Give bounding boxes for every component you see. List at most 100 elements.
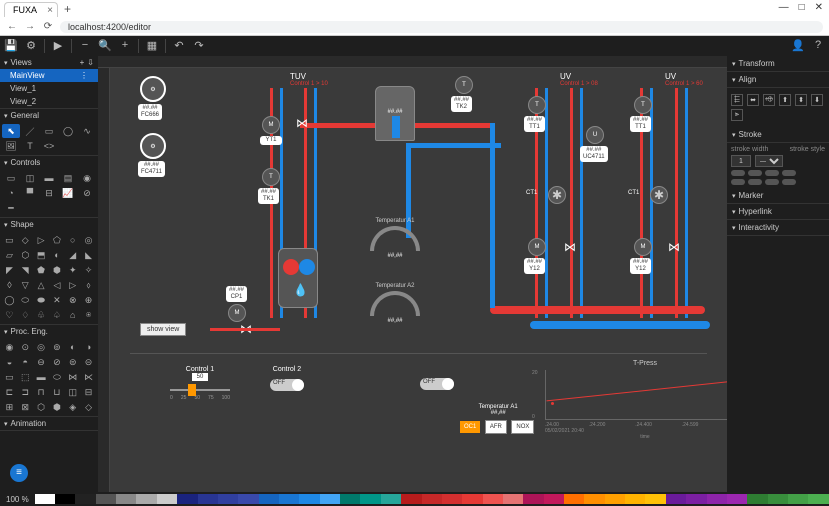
help-icon[interactable]: ? bbox=[811, 39, 825, 53]
pe-item[interactable]: ◇ bbox=[81, 400, 96, 414]
tool-pointer[interactable]: ⬉ bbox=[2, 124, 20, 138]
add-view-icon[interactable]: + bbox=[80, 58, 85, 67]
shape-item[interactable]: ◁ bbox=[49, 278, 64, 292]
shape-item[interactable]: ▭ bbox=[2, 233, 17, 247]
pe-item[interactable]: ⊘ bbox=[49, 355, 64, 369]
user-icon[interactable]: 👤 bbox=[791, 39, 805, 53]
chip-oc1[interactable]: OC1 bbox=[460, 421, 480, 433]
color-swatch[interactable] bbox=[442, 494, 462, 504]
pe-item[interactable]: ◉ bbox=[2, 340, 17, 354]
color-swatch[interactable] bbox=[462, 494, 482, 504]
pe-item[interactable]: ▭ bbox=[2, 370, 17, 384]
ctrl-select[interactable]: ▤ bbox=[59, 171, 77, 185]
dash-opt[interactable] bbox=[782, 179, 796, 185]
shape-item[interactable]: ◣ bbox=[81, 248, 96, 262]
redo-icon[interactable]: ↷ bbox=[192, 39, 206, 53]
shape-item[interactable]: ✦ bbox=[65, 263, 80, 277]
animation-section-header[interactable]: ▾ Animation bbox=[0, 417, 98, 430]
temp-indicator[interactable]: T bbox=[528, 96, 546, 114]
color-swatch[interactable] bbox=[136, 494, 156, 504]
color-swatch[interactable] bbox=[422, 494, 442, 504]
color-swatch[interactable] bbox=[299, 494, 319, 504]
color-swatch[interactable] bbox=[320, 494, 340, 504]
color-swatch[interactable] bbox=[401, 494, 421, 504]
pipe[interactable] bbox=[545, 88, 548, 318]
color-swatch[interactable] bbox=[96, 494, 116, 504]
pipe[interactable] bbox=[530, 321, 710, 329]
dash-opt[interactable] bbox=[748, 179, 762, 185]
shape-item[interactable]: ⬒ bbox=[34, 248, 49, 262]
dash-opt[interactable] bbox=[765, 170, 779, 176]
color-swatch[interactable] bbox=[523, 494, 543, 504]
chip-afr[interactable]: AFR bbox=[485, 420, 507, 434]
color-swatch[interactable] bbox=[340, 494, 360, 504]
stroke-header[interactable]: ▾Stroke bbox=[727, 127, 829, 143]
fan-ct1-right[interactable] bbox=[650, 186, 668, 204]
pe-item[interactable]: ⬭ bbox=[49, 370, 64, 384]
valve[interactable] bbox=[564, 240, 576, 252]
pe-item[interactable]: ⊜ bbox=[65, 355, 80, 369]
uc-indicator[interactable]: U bbox=[586, 126, 604, 144]
shape-item[interactable]: ♧ bbox=[34, 308, 49, 322]
color-swatch[interactable] bbox=[218, 494, 238, 504]
shape-item[interactable]: ♡ bbox=[2, 308, 17, 322]
shape-item[interactable]: ▷ bbox=[34, 233, 49, 247]
color-swatch[interactable] bbox=[177, 494, 197, 504]
pe-item[interactable]: ⋈ bbox=[65, 370, 80, 384]
align-right[interactable]: ⬲ bbox=[763, 94, 775, 106]
color-swatch[interactable] bbox=[747, 494, 767, 504]
pe-item[interactable]: ⊠ bbox=[18, 400, 33, 414]
ctrl-pipe[interactable]: ━ bbox=[2, 201, 20, 215]
pipe[interactable] bbox=[490, 306, 705, 314]
pipe[interactable] bbox=[490, 123, 495, 308]
temp-indicator[interactable]: T bbox=[634, 96, 652, 114]
color-swatch[interactable] bbox=[116, 494, 136, 504]
align-bottom[interactable]: ⬇ bbox=[811, 94, 823, 106]
zoom-in-icon[interactable]: + bbox=[118, 39, 132, 53]
color-swatch[interactable] bbox=[35, 494, 55, 504]
transform-header[interactable]: ▾Transform bbox=[727, 56, 829, 72]
motor-indicator[interactable]: M bbox=[634, 238, 652, 256]
tool-html[interactable]: <> bbox=[40, 139, 58, 153]
pump[interactable]: 💧 bbox=[278, 248, 318, 308]
zoom-out-icon[interactable]: − bbox=[78, 39, 92, 53]
pipe[interactable] bbox=[210, 328, 280, 331]
shape-item[interactable]: ○ bbox=[65, 233, 80, 247]
fan-ct1-left[interactable] bbox=[548, 186, 566, 204]
tool-line[interactable]: ／ bbox=[21, 124, 39, 138]
pe-item[interactable]: ◫ bbox=[65, 385, 80, 399]
shape-item[interactable]: ◊ bbox=[2, 278, 17, 292]
ctrl-chart[interactable]: 📈 bbox=[59, 186, 77, 200]
shape-item[interactable]: ▱ bbox=[2, 248, 17, 262]
pe-item[interactable]: ⊞ bbox=[2, 400, 17, 414]
save-icon[interactable]: 💾 bbox=[4, 39, 18, 53]
hyperlink-header[interactable]: ▾Hyperlink bbox=[727, 204, 829, 220]
temp-indicator[interactable]: T bbox=[262, 168, 280, 186]
controls-section-header[interactable]: ▾ Controls bbox=[0, 156, 98, 169]
ctrl-output[interactable]: ◫ bbox=[21, 171, 39, 185]
ctrl-gauge[interactable]: ◔ bbox=[2, 186, 20, 200]
color-swatch[interactable] bbox=[584, 494, 604, 504]
tpress-chart[interactable]: T-Press 200 .24.00.24.200.24.400.24.599.… bbox=[545, 360, 727, 440]
color-swatch[interactable] bbox=[198, 494, 218, 504]
pe-item[interactable]: ⊟ bbox=[81, 385, 96, 399]
ctrl-switch[interactable]: ⊘ bbox=[78, 186, 96, 200]
color-swatch[interactable] bbox=[279, 494, 299, 504]
shape-item[interactable]: ⬡ bbox=[18, 248, 33, 262]
align-center-h[interactable]: ⬌ bbox=[747, 94, 759, 106]
tool-path[interactable]: ∿ bbox=[78, 124, 96, 138]
show-view-button[interactable]: show view bbox=[140, 323, 186, 336]
general-section-header[interactable]: ▾ General bbox=[0, 109, 98, 122]
pe-item[interactable]: ⊚ bbox=[49, 340, 64, 354]
close-icon[interactable]: × bbox=[47, 5, 53, 16]
interactivity-header[interactable]: ▾Interactivity bbox=[727, 220, 829, 236]
shape-item[interactable]: △ bbox=[34, 278, 49, 292]
color-swatch[interactable] bbox=[788, 494, 808, 504]
tool-rect[interactable]: ▭ bbox=[40, 124, 58, 138]
pe-item[interactable]: ⊏ bbox=[2, 385, 17, 399]
pipe[interactable] bbox=[685, 88, 688, 318]
pe-item[interactable]: ◑ bbox=[81, 340, 96, 354]
color-swatch[interactable] bbox=[157, 494, 177, 504]
control-3-toggle[interactable]: OFF bbox=[420, 378, 454, 390]
ctrl-led[interactable]: ◉ bbox=[78, 171, 96, 185]
